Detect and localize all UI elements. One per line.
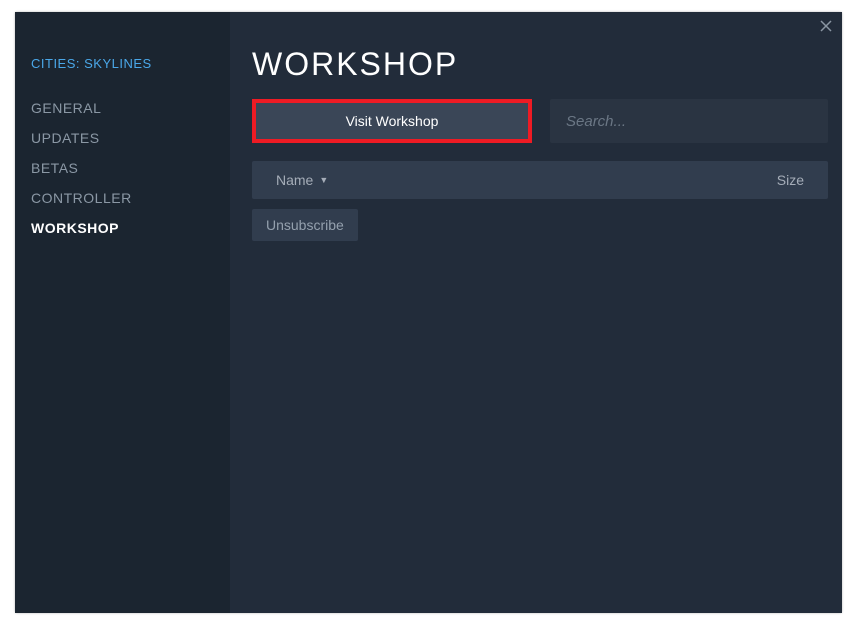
sidebar-item-betas[interactable]: BETAS: [31, 153, 230, 183]
main-panel: WORKSHOP Visit Workshop Name ▼ Size: [230, 12, 842, 613]
sidebar-item-updates[interactable]: UPDATES: [31, 123, 230, 153]
action-row: Unsubscribe: [252, 209, 828, 241]
unsubscribe-button[interactable]: Unsubscribe: [252, 209, 358, 241]
sidebar: CITIES: SKYLINES GENERAL UPDATES BETAS C…: [15, 12, 230, 613]
unsubscribe-label: Unsubscribe: [266, 217, 344, 233]
sidebar-item-general[interactable]: GENERAL: [31, 93, 230, 123]
visit-workshop-label: Visit Workshop: [346, 113, 439, 129]
top-row: Visit Workshop: [252, 99, 828, 143]
column-header-name[interactable]: Name ▼: [276, 172, 744, 188]
column-size-label: Size: [777, 172, 804, 188]
sort-descending-icon: ▼: [319, 176, 328, 185]
properties-window: CITIES: SKYLINES GENERAL UPDATES BETAS C…: [15, 12, 842, 613]
search-field-wrap: [550, 99, 828, 143]
close-icon: [820, 20, 832, 32]
close-button[interactable]: [818, 18, 834, 34]
column-name-label: Name: [276, 172, 313, 188]
game-title: CITIES: SKYLINES: [31, 56, 230, 71]
search-input[interactable]: [550, 99, 828, 143]
page-title: WORKSHOP: [252, 46, 828, 83]
sidebar-item-controller[interactable]: CONTROLLER: [31, 183, 230, 213]
column-header-size[interactable]: Size: [744, 172, 804, 188]
table-header: Name ▼ Size: [252, 161, 828, 199]
sidebar-item-workshop[interactable]: WORKSHOP: [31, 213, 230, 243]
visit-workshop-button[interactable]: Visit Workshop: [252, 99, 532, 143]
